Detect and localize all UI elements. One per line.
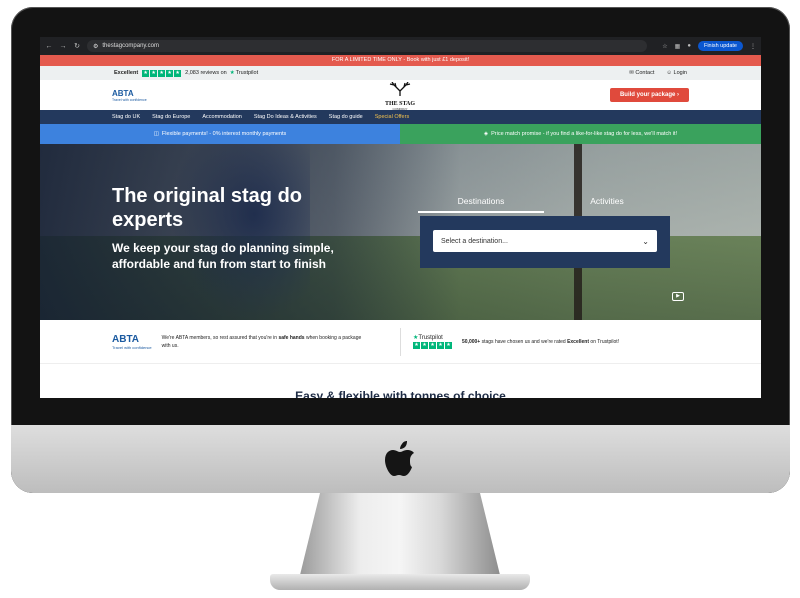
screen: ← → ↻ ⚙ thestagcompany.com ☆ ▦ ● Finish … xyxy=(40,37,761,398)
rating-label: Excellent xyxy=(114,70,139,76)
nav-item-accommodation[interactable]: Accommodation xyxy=(202,114,241,120)
build-package-button[interactable]: Build your package › xyxy=(609,88,689,102)
star-icon: ★ xyxy=(429,342,436,349)
stand-foot xyxy=(270,574,530,590)
trustpilot-stars: ★ ★ ★ ★ ★ xyxy=(142,69,182,77)
contact-label: Contact xyxy=(635,70,655,76)
trustpilot-trust-text: 50,000+ stags have chosen us and we're r… xyxy=(462,339,619,345)
star-icon: ★ xyxy=(158,69,166,77)
abta-text-bold: safe hands xyxy=(278,334,305,341)
star-icon: ★ xyxy=(445,342,452,349)
nav-item-stag-europe[interactable]: Stag do Europe xyxy=(152,114,190,120)
user-icon: ☺ xyxy=(666,70,674,76)
menu-dots-icon[interactable]: ⋮ xyxy=(750,43,756,50)
price-match-banner[interactable]: ◈ Price match promise - if you find a li… xyxy=(400,124,761,144)
bookmark-star-icon[interactable]: ☆ xyxy=(662,43,667,50)
trustpilot-stars-large: ★ ★ ★ ★ ★ xyxy=(413,342,452,349)
chevron-down-icon: ⌄ xyxy=(642,236,649,246)
star-icon: ★ xyxy=(166,69,174,77)
flexible-payments-banner[interactable]: ◫ Flexible payments! - 0% interest month… xyxy=(40,124,400,144)
build-package-label: Build your package xyxy=(619,92,676,98)
hero: The original stag do experts We keep you… xyxy=(40,144,761,320)
chevron-right-icon: › xyxy=(677,92,679,98)
abta-tagline-large: Travel with confidence xyxy=(112,344,152,350)
trustpilot-wordmark: ★Trustpilot xyxy=(413,334,452,341)
site-logo[interactable]: THE STAG COMPANY xyxy=(380,81,420,111)
tp-text-bold1: 50,000+ xyxy=(462,338,481,345)
abta-trust: ABTA Travel with confidence We're ABTA m… xyxy=(112,334,392,350)
trust-bar: Excellent ★ ★ ★ ★ ★ 2,083 reviews on ★ T… xyxy=(40,66,761,80)
star-icon: ★ xyxy=(437,342,444,349)
trustpilot-wordmark-text: Trustpilot xyxy=(418,335,443,341)
play-video-icon[interactable]: ▶ xyxy=(672,292,684,301)
abta-text-before: We're ABTA members, so rest assured that… xyxy=(161,334,279,341)
nav-item-stag-uk[interactable]: Stag do UK xyxy=(112,114,140,120)
trustpilot-star-icon: ★ xyxy=(229,70,235,76)
hero-overlay xyxy=(40,144,460,320)
reviews-text: 2,083 reviews on xyxy=(185,70,227,76)
nav-item-stag-guide[interactable]: Stag do guide xyxy=(329,114,363,120)
star-icon: ★ xyxy=(174,69,182,77)
browser-toolbar: ← → ↻ ⚙ thestagcompany.com ☆ ▦ ● Finish … xyxy=(40,37,761,55)
login-label: Login xyxy=(673,70,687,76)
back-icon[interactable]: ← xyxy=(45,43,53,50)
star-icon: ★ xyxy=(421,342,428,349)
abta-trust-text: We're ABTA members, so rest assured that… xyxy=(162,334,362,350)
extensions-icon[interactable]: ▦ xyxy=(675,43,681,50)
brand-sub: COMPANY xyxy=(392,107,408,111)
contact-link[interactable]: ✉ Contact xyxy=(629,70,654,76)
destination-placeholder: Select a destination... xyxy=(441,237,508,245)
abta-tagline: Travel with confidence xyxy=(112,97,147,102)
profile-icon[interactable]: ● xyxy=(687,43,691,49)
divider xyxy=(400,327,401,356)
flexible-payments-text: Flexible payments! - 0% interest monthly… xyxy=(161,131,287,137)
tab-activities[interactable]: Activities xyxy=(544,196,670,213)
reload-icon[interactable]: ↻ xyxy=(73,42,81,50)
destination-panel: Select a destination... ⌄ xyxy=(420,216,670,268)
tab-destinations[interactable]: Destinations xyxy=(418,196,544,213)
apple-logo-icon xyxy=(385,441,414,476)
site-header: ABTA Travel with confidence THE STAG COM… xyxy=(40,80,761,111)
stand-neck xyxy=(300,493,500,575)
trustpilot-label[interactable]: Trustpilot xyxy=(236,70,258,76)
nav-item-ideas-activities[interactable]: Stag Do Ideas & Activities xyxy=(254,114,317,120)
site-info-icon[interactable]: ⚙ xyxy=(93,43,98,50)
account-links: ✉ Contact ☺ Login xyxy=(629,70,687,76)
abta-logo-large: ABTA Travel with confidence xyxy=(112,334,152,350)
info-bar: ◫ Flexible payments! - 0% interest month… xyxy=(40,124,761,144)
destination-select[interactable]: Select a destination... ⌄ xyxy=(433,230,657,252)
imac-mockup: ← → ↻ ⚙ thestagcompany.com ☆ ▦ ● Finish … xyxy=(0,0,800,598)
search-tabs: Destinations Activities xyxy=(418,196,670,213)
star-icon: ★ xyxy=(413,342,420,349)
section-heading: Easy & flexible with tonnes of choice xyxy=(295,389,506,398)
antlers-icon xyxy=(389,81,411,96)
star-icon: ★ xyxy=(150,69,158,77)
star-icon: ★ xyxy=(142,69,150,77)
url-text: thestagcompany.com xyxy=(102,43,159,49)
abta-name: ABTA xyxy=(112,88,134,98)
promo-banner[interactable]: FOR A LIMITED TIME ONLY - Book with just… xyxy=(40,55,761,66)
tp-text-after: on Trustpilot! xyxy=(589,338,620,345)
hero-title: The original stag do experts xyxy=(112,185,303,231)
main-nav: Stag do UK Stag do Europe Accommodation … xyxy=(40,110,761,124)
trustpilot-logo[interactable]: ★Trustpilot ★ ★ ★ ★ ★ xyxy=(413,334,452,349)
login-link[interactable]: ☺ Login xyxy=(666,70,687,76)
finish-update-button[interactable]: Finish update xyxy=(697,41,743,51)
hero-subtitle: We keep your stag do planning simple, af… xyxy=(112,241,334,271)
browser-actions: ☆ ▦ ● Finish update ⋮ xyxy=(662,41,756,51)
abta-logo[interactable]: ABTA Travel with confidence xyxy=(112,89,147,102)
forward-icon[interactable]: → xyxy=(59,43,67,50)
nav-item-special-offers[interactable]: Special Offers xyxy=(375,114,409,120)
tp-text-mid: stags have chosen us and we're rated xyxy=(480,338,568,345)
abta-name-large: ABTA xyxy=(112,333,140,345)
tp-text-bold2: Excellent xyxy=(567,338,590,345)
trustpilot-trust: ★Trustpilot ★ ★ ★ ★ ★ 50,000+ stags have… xyxy=(413,334,619,349)
shield-icon: ◈ xyxy=(483,131,489,137)
trust-strip: ABTA Travel with confidence We're ABTA m… xyxy=(40,320,761,364)
price-match-text: Price match promise - if you find a like… xyxy=(491,131,678,137)
wallet-icon: ◫ xyxy=(153,131,159,137)
address-bar[interactable]: ⚙ thestagcompany.com xyxy=(87,40,647,52)
